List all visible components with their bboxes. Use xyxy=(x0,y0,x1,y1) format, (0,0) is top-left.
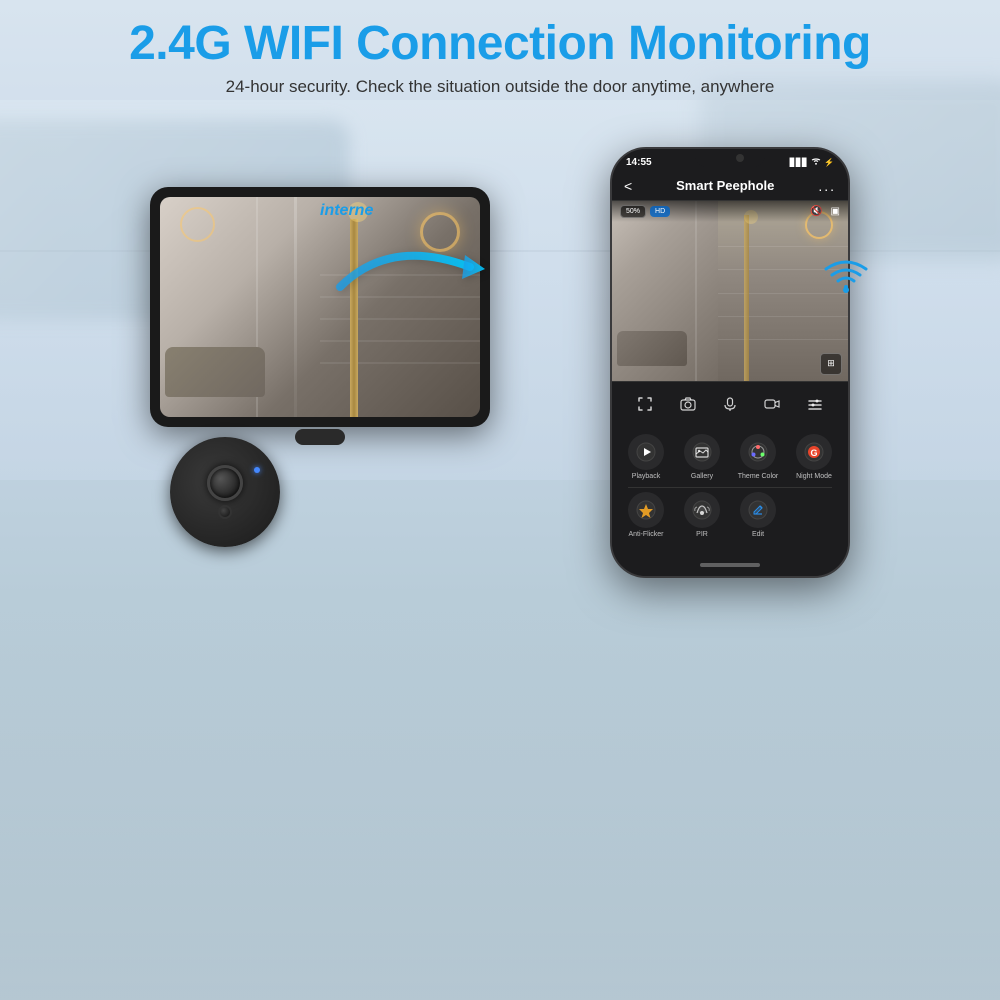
sofa-in-monitor xyxy=(165,347,265,397)
edit-button[interactable]: Edit xyxy=(732,492,784,539)
battery-hd-badges: 50% HD xyxy=(620,205,670,218)
phone-wall-divider xyxy=(695,201,697,381)
back-button[interactable]: < xyxy=(624,178,632,194)
phone-notch xyxy=(695,149,765,167)
empty-slot xyxy=(788,492,840,539)
app-grid: Playback xyxy=(612,426,848,554)
theme-color-icon xyxy=(740,434,776,470)
pir-button[interactable]: PIR xyxy=(676,492,728,539)
app-header: < Smart Peephole ... xyxy=(612,172,848,201)
wifi-icon-above-phone xyxy=(822,257,870,303)
mute-icon[interactable]: 🔇 xyxy=(810,206,822,217)
phone-sofa xyxy=(617,331,687,366)
header-section: 2.4G WIFI Connection Monitoring 24-hour … xyxy=(0,0,1000,97)
stair-line-4 xyxy=(320,340,480,342)
microphone-button[interactable] xyxy=(716,390,744,418)
home-indicator xyxy=(700,563,760,567)
internet-arrow-container: interne xyxy=(330,227,490,312)
edit-icon xyxy=(740,492,776,528)
status-time: 14:55 xyxy=(626,157,652,168)
phone-stair-line-5 xyxy=(718,339,848,340)
camera-indicator-led xyxy=(254,467,260,473)
theme-color-button[interactable]: Theme Color xyxy=(732,434,784,481)
camera-main-lens xyxy=(207,465,243,501)
monitor-home-button[interactable] xyxy=(295,429,345,445)
phone-camera-feed: ⊞ xyxy=(612,201,848,381)
wifi-status-icon xyxy=(811,157,821,167)
light-ring2-monitor xyxy=(180,207,215,242)
pir-label: PIR xyxy=(696,531,708,539)
app-grid-row-2: Anti-Flicker xyxy=(618,492,842,539)
settings-menu-button[interactable] xyxy=(801,390,829,418)
anti-flicker-label: Anti-Flicker xyxy=(628,531,663,539)
smartphone: 14:55 ▊▊▊ ⚡ xyxy=(610,147,850,578)
wall-divider-monitor xyxy=(294,197,297,417)
gallery-icon xyxy=(684,434,720,470)
camera-status-overlay: 50% HD 🔇 ▣ xyxy=(612,201,848,222)
anti-flicker-icon xyxy=(628,492,664,528)
product-area: interne xyxy=(0,127,1000,578)
gallery-button[interactable]: Gallery xyxy=(676,434,728,481)
phone-stair-line-4 xyxy=(718,316,848,317)
controls-row xyxy=(612,381,848,426)
pir-icon xyxy=(684,492,720,528)
status-icons: ▊▊▊ ⚡ xyxy=(790,157,834,167)
app-grid-row-1: Playback xyxy=(618,434,842,481)
camera-small-lens xyxy=(218,505,232,519)
app-title: Smart Peephole xyxy=(632,178,818,193)
signal-icon: ▊▊▊ xyxy=(790,158,808,167)
stair-line-5 xyxy=(320,362,480,364)
sub-title: 24-hour security. Check the situation ou… xyxy=(0,77,1000,97)
night-mode-icon: G xyxy=(796,434,832,470)
stair-line-3 xyxy=(320,318,480,320)
phone-bottom-bar xyxy=(612,554,848,576)
internet-label: interne xyxy=(320,202,373,220)
notch-camera xyxy=(736,154,744,162)
main-title: 2.4G WIFI Connection Monitoring xyxy=(0,18,1000,71)
svg-text:G: G xyxy=(810,448,817,458)
battery-status-icon: ⚡ xyxy=(824,158,834,167)
more-options-button[interactable]: ... xyxy=(818,178,836,194)
phone-stair-line-1 xyxy=(718,246,848,247)
layout-icon[interactable]: ▣ xyxy=(831,206,840,217)
camera-view-area: 50% HD 🔇 ▣ 76% | 5 KB/S xyxy=(612,201,848,381)
camera-right-controls: 🔇 ▣ xyxy=(810,206,840,217)
content-wrapper: 2.4G WIFI Connection Monitoring 24-hour … xyxy=(0,0,1000,1000)
night-mode-label: Night Mode xyxy=(796,473,832,481)
grid-divider xyxy=(628,487,832,488)
battery-badge: 50% xyxy=(620,205,646,218)
phone-lamp-post xyxy=(744,215,749,381)
night-mode-button[interactable]: G Night Mode xyxy=(788,434,840,481)
record-button[interactable] xyxy=(758,390,786,418)
playback-label: Playback xyxy=(632,473,660,481)
theme-color-label: Theme Color xyxy=(738,473,778,481)
anti-flicker-button[interactable]: Anti-Flicker xyxy=(620,492,672,539)
smartphone-container: 14:55 ▊▊▊ ⚡ xyxy=(610,147,850,578)
hd-badge: HD xyxy=(650,206,670,217)
snapshot-button[interactable] xyxy=(674,390,702,418)
playback-icon xyxy=(628,434,664,470)
camera-module xyxy=(170,437,280,547)
internet-arrow-svg xyxy=(330,227,490,307)
edit-label: Edit xyxy=(752,531,764,539)
screenshot-button[interactable]: ⊞ xyxy=(820,353,842,375)
gallery-label: Gallery xyxy=(691,473,713,481)
fullscreen-button[interactable] xyxy=(631,390,659,418)
playback-button[interactable]: Playback xyxy=(620,434,672,481)
